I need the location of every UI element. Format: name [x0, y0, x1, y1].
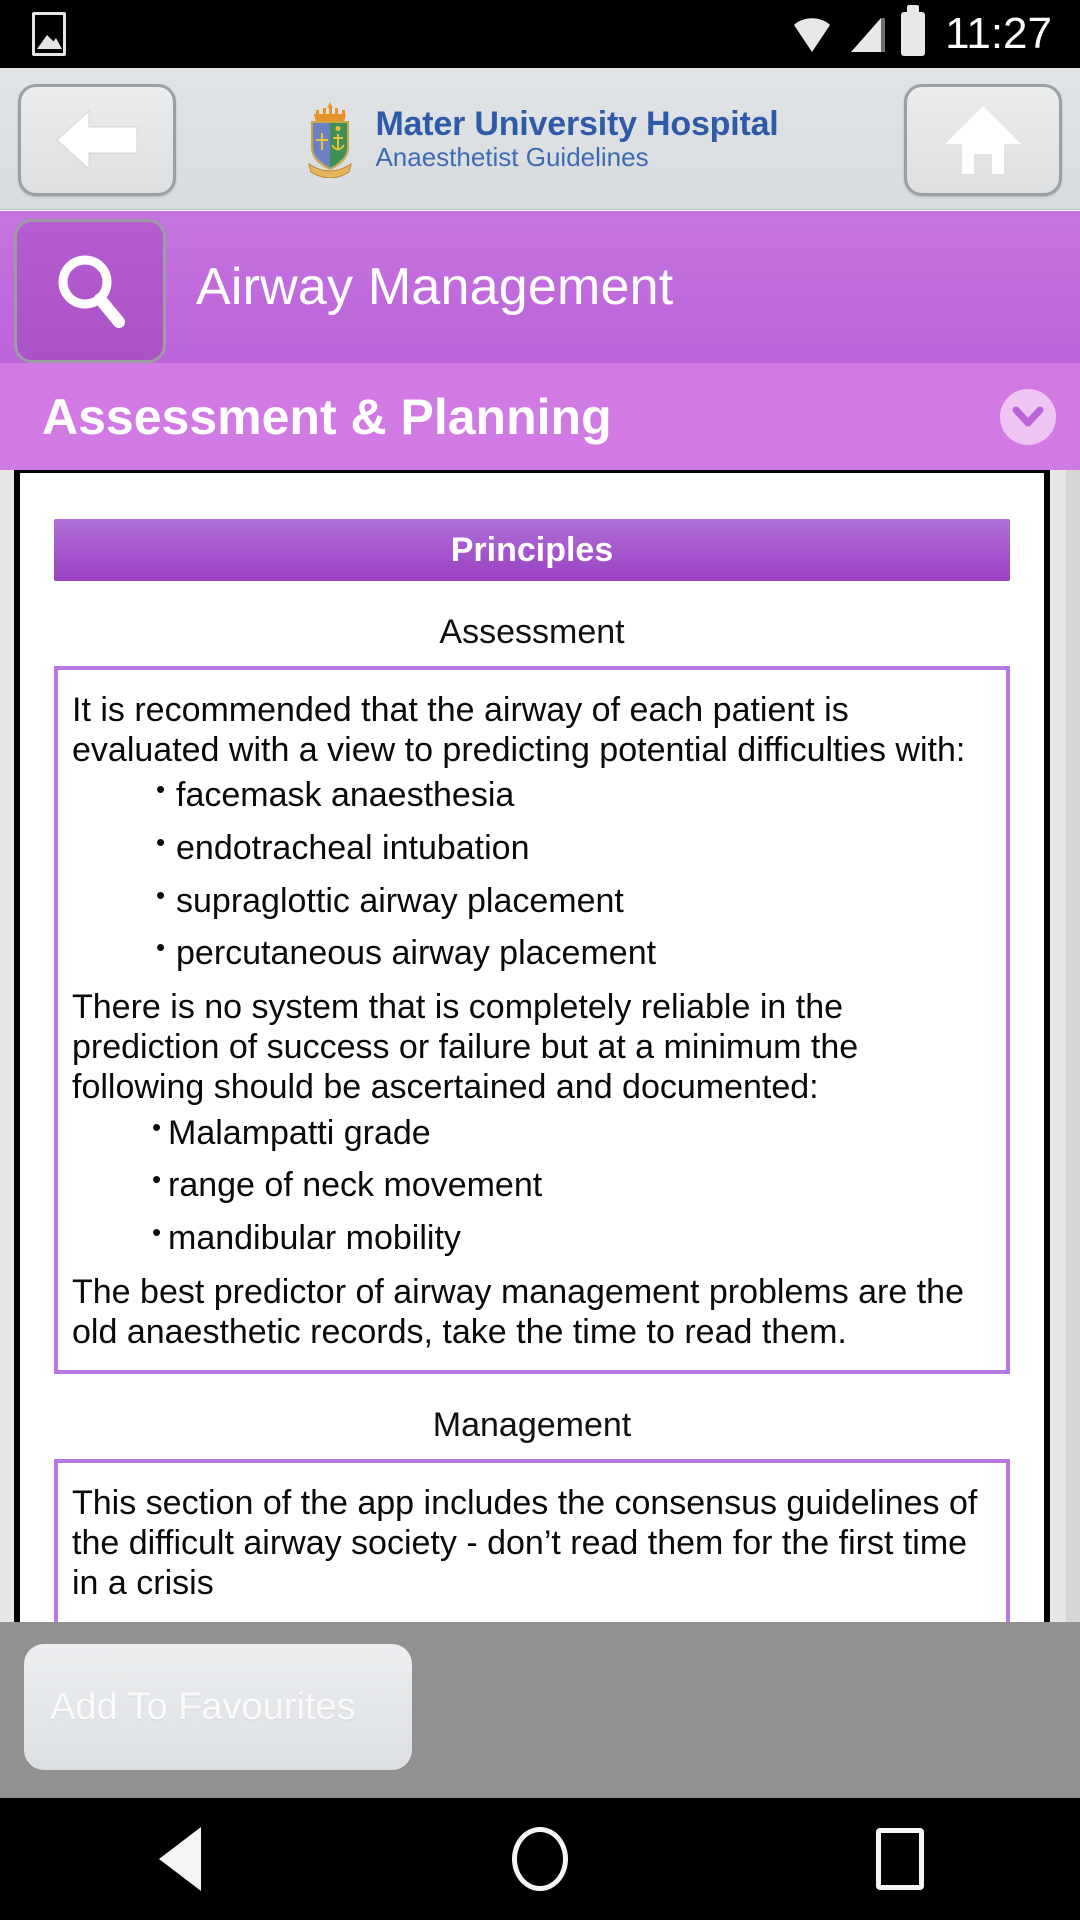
search-icon [58, 255, 125, 328]
content-pane: Principles Assessment It is recommended … [14, 470, 1050, 1622]
add-to-favourites-label: Add To Favourites [50, 1685, 356, 1728]
section-title: Assessment & Planning [42, 388, 612, 445]
content-inner: Principles Assessment It is recommended … [20, 519, 1044, 1622]
android-nav-bar [0, 1798, 1080, 1920]
list-item: mandibular mobility [72, 1218, 992, 1258]
image-icon [32, 12, 66, 56]
list-item: Malampatti grade [72, 1113, 992, 1153]
assessment-paragraph-2: There is no system that is completely re… [72, 988, 859, 1107]
status-bar-right: 11:27 [791, 5, 1052, 59]
signal-icon [847, 14, 887, 54]
add-to-favourites-button[interactable]: Add To Favourites [24, 1644, 412, 1770]
brand-text: Mater University Hospital Anaesthetist G… [375, 104, 779, 173]
list-item: range of neck movement [72, 1165, 992, 1205]
list-item: endotracheal intubation [72, 828, 992, 868]
list-item: facemask anaesthesia [72, 775, 992, 815]
hospital-crest-icon [301, 100, 359, 179]
principles-label: Principles [450, 530, 614, 569]
management-textbox: This section of the app includes the con… [54, 1459, 1010, 1622]
content-scrollbar[interactable] [1066, 470, 1080, 1622]
status-bar-left [32, 12, 66, 56]
wifi-icon [791, 14, 833, 54]
home-circle-icon [512, 1827, 568, 1891]
assessment-paragraph-3: The best predictor of airway management … [72, 1272, 965, 1351]
subheading-assessment: Assessment [439, 613, 625, 651]
home-button[interactable] [904, 84, 1062, 196]
list-item: supraglottic airway placement [72, 881, 992, 921]
assessment-list-2: Malampatti grade range of neck movement … [72, 1113, 992, 1258]
home-icon [945, 106, 1021, 174]
page-title: Airway Management [196, 258, 674, 316]
battery-icon [901, 5, 926, 56]
subheading-management: Management [432, 1406, 632, 1445]
page-title-bar: Airway Management [0, 211, 1080, 363]
assessment-paragraph-1: It is recommended that the airway of eac… [72, 691, 966, 770]
app-header: Mater University Hospital Anaesthetist G… [0, 68, 1080, 210]
recents-square-icon [876, 1828, 924, 1890]
list-item: percutaneous airway placement [72, 933, 992, 973]
section-header[interactable]: Assessment & Planning [0, 363, 1080, 470]
nav-back-button[interactable] [120, 1813, 240, 1905]
app-screen: 11:27 Mater University Hospital Anaesthe… [0, 0, 1080, 1920]
search-button[interactable] [14, 219, 166, 363]
brand-subtitle: Anaesthetist Guidelines [375, 142, 649, 173]
nav-home-button[interactable] [480, 1813, 600, 1905]
assessment-textbox: It is recommended that the airway of eac… [54, 666, 1010, 1375]
principles-banner: Principles [54, 519, 1010, 581]
nav-recents-button[interactable] [840, 1813, 960, 1905]
content-scroll-area[interactable]: Principles Assessment It is recommended … [0, 470, 1080, 1622]
chevron-down-icon[interactable] [1000, 388, 1056, 445]
status-bar: 11:27 [0, 0, 1080, 68]
brand-title: Mater University Hospital [375, 104, 779, 143]
back-triangle-icon [159, 1827, 201, 1891]
status-bar-clock: 11:27 [945, 9, 1052, 58]
footer-bar: Add To Favourites [0, 1622, 1080, 1798]
assessment-list-1: facemask anaesthesia endotracheal intuba… [72, 775, 992, 973]
management-paragraph-1: This section of the app includes the con… [72, 1484, 978, 1603]
